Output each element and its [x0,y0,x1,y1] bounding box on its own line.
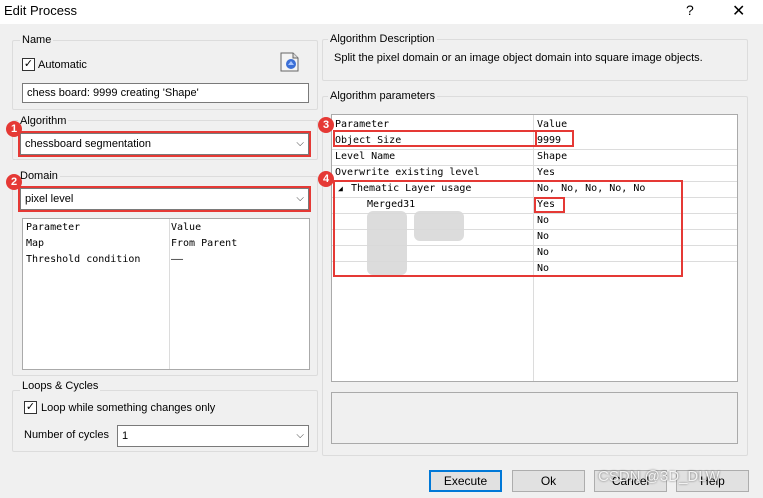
grid-divider [169,219,170,369]
param-row-value[interactable]: Shape [537,149,567,165]
grid-header-parameter: Parameter [26,222,81,233]
step-badge-2: 2 [6,174,22,190]
param-row-name[interactable]: Level Name [335,149,395,165]
ok-button[interactable]: Ok [512,470,585,492]
domain-group-label: Domain [18,170,60,182]
highlight-domain [18,186,311,212]
domain-row-name[interactable]: Threshold condition [26,252,140,268]
domain-parameter-grid[interactable]: Parameter Value Map From Parent Threshol… [22,218,310,370]
cycles-label: Number of cycles [24,429,109,441]
domain-row-value[interactable]: From Parent [171,236,237,252]
domain-row-value[interactable]: —— [171,252,183,268]
step-badge-3: 3 [318,117,334,133]
step-badge-4: 4 [318,171,334,187]
cycles-select[interactable]: 1 ⌵ [117,425,309,447]
watermark: CSDN @3D_DLW [598,468,720,485]
automatic-label: Automatic [38,59,87,71]
param-row-name[interactable]: Overwrite existing level [335,165,480,181]
chevron-down-icon: ⌵ [296,430,304,441]
highlight-merged-value [534,197,565,213]
loops-group-label: Loops & Cycles [20,380,101,392]
title-bar: Edit Process ? ✕ [0,0,763,24]
grid-header-value: Value [171,222,202,233]
step-badge-1: 1 [6,121,22,137]
name-field[interactable]: chess board: 9999 creating 'Shape' [22,83,309,103]
edit-name-icon[interactable] [278,50,302,74]
highlight-thematic-layers [333,180,683,277]
highlight-algorithm [18,131,311,157]
algorithm-description: Split the pixel domain or an image objec… [334,52,703,64]
execute-button[interactable]: Execute [429,470,502,492]
parameter-description-panel [331,392,738,444]
domain-row-name[interactable]: Map [26,236,44,252]
algorithm-group-label: Algorithm [18,115,69,127]
loop-label: Loop while something changes only [41,402,216,414]
automatic-checkbox[interactable]: ✓ [22,58,35,71]
window-title: Edit Process [4,3,77,18]
highlight-object-size-value [535,130,574,147]
loop-checkbox[interactable]: ✓ [24,401,37,414]
name-group-label: Name [20,34,54,46]
param-row-value[interactable]: Yes [537,165,555,181]
cycles-select-value: 1 [122,430,129,442]
description-group-label: Algorithm Description [328,33,437,45]
params-group-label: Algorithm parameters [328,90,438,102]
close-button[interactable]: ✕ [732,1,745,21]
help-title-button[interactable]: ? [686,2,694,18]
